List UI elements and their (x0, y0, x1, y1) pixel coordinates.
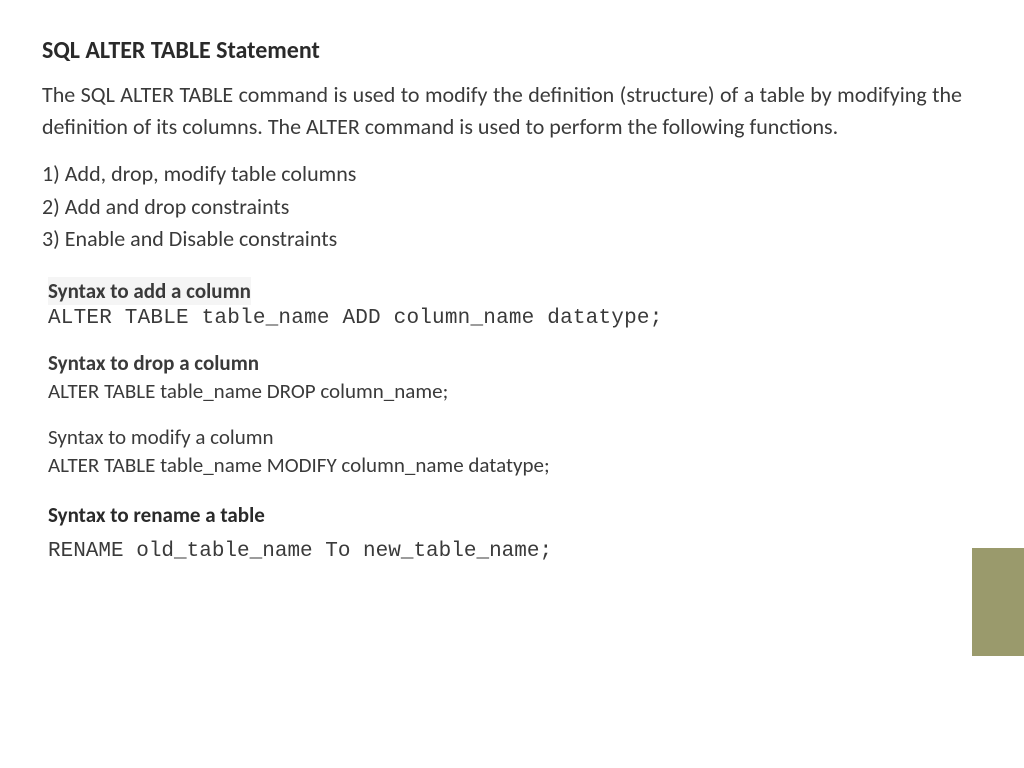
list-item: 2) Add and drop constraints (42, 192, 976, 223)
intro-paragraph: The SQL ALTER TABLE command is used to m… (42, 79, 962, 143)
functions-list: 1) Add, drop, modify table columns 2) Ad… (42, 159, 976, 255)
syntax-rename-block: Syntax to rename a table RENAME old_tabl… (48, 502, 976, 563)
syntax-add-heading: Syntax to add a column (48, 277, 251, 305)
slide-title: SQL ALTER TABLE Statement (42, 36, 976, 65)
syntax-rename-heading: Syntax to rename a table (48, 502, 976, 528)
syntax-rename-code: RENAME old_table_name To new_table_name; (48, 540, 976, 563)
slide-content: SQL ALTER TABLE Statement The SQL ALTER … (0, 0, 1024, 768)
syntax-drop-block: Syntax to drop a column ALTER TABLE tabl… (48, 350, 976, 404)
syntax-add-block: Syntax to add a column ALTER TABLE table… (48, 277, 976, 330)
list-item: 3) Enable and Disable constraints (42, 224, 976, 255)
decorative-accent-bar (972, 548, 1024, 656)
syntax-modify-heading: Syntax to modify a column (48, 424, 976, 450)
syntax-add-code: ALTER TABLE table_name ADD column_name d… (48, 307, 976, 330)
syntax-modify-code: ALTER TABLE table_name MODIFY column_nam… (48, 452, 976, 478)
syntax-drop-heading: Syntax to drop a column (48, 350, 976, 376)
syntax-drop-code: ALTER TABLE table_name DROP column_name; (48, 378, 976, 404)
list-item: 1) Add, drop, modify table columns (42, 159, 976, 190)
syntax-modify-block: Syntax to modify a column ALTER TABLE ta… (48, 424, 976, 478)
